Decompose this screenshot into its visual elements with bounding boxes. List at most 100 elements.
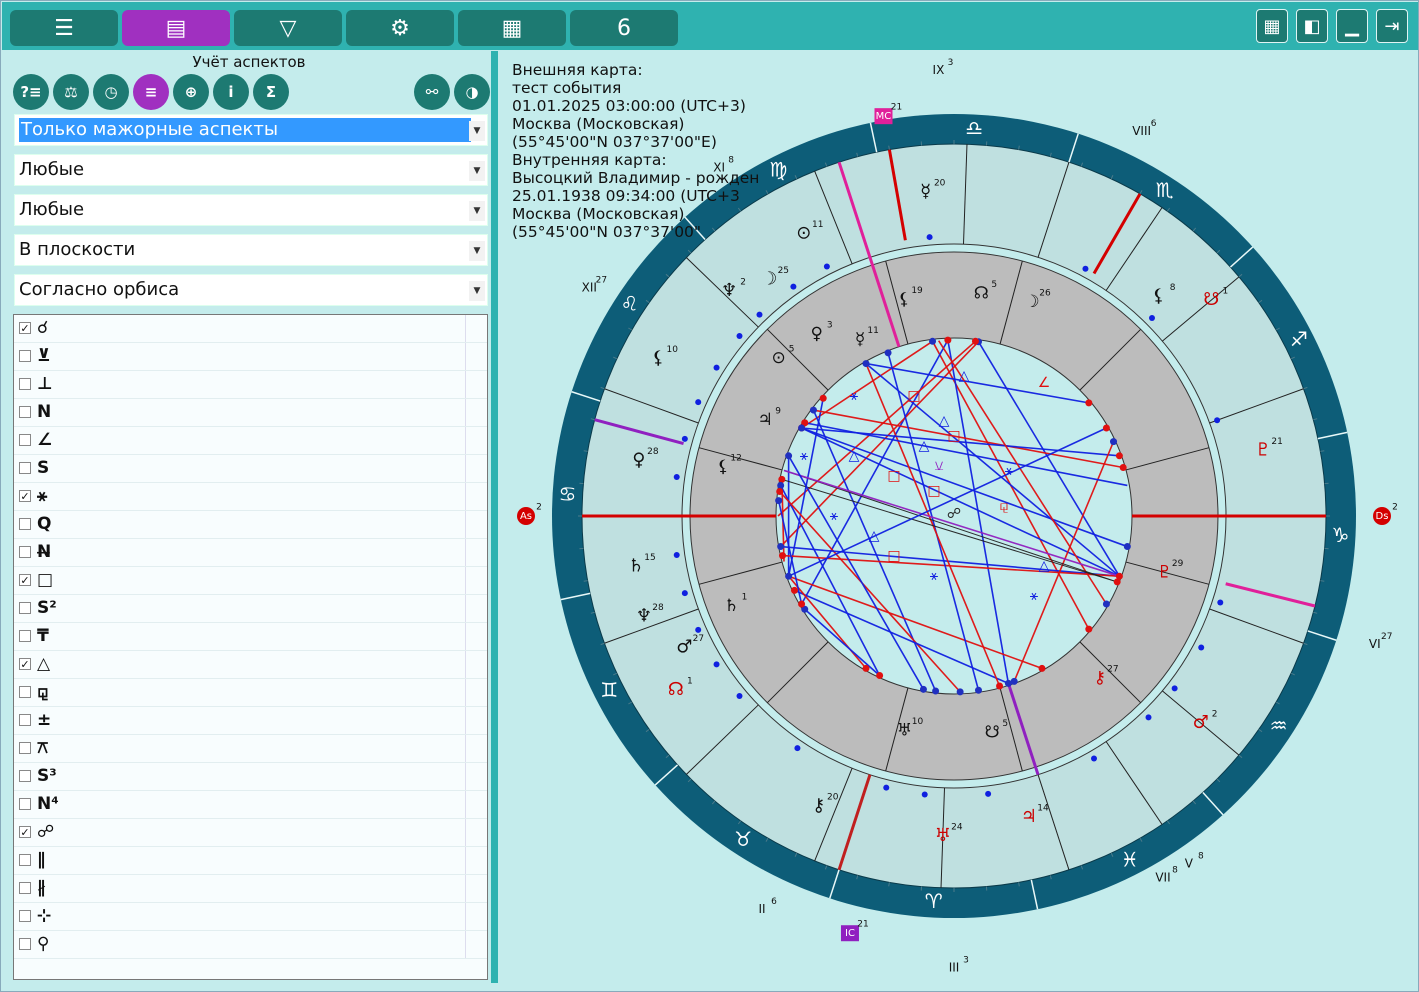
panel-toggle-button[interactable]: ◧ (1296, 9, 1328, 43)
aspect-row[interactable]: ⊻ (14, 343, 487, 371)
minimize-button[interactable]: ▁ (1336, 9, 1368, 43)
aspect-type-select[interactable]: Только мажорные аспекты ▼ (14, 114, 488, 146)
aspect-checkbox[interactable] (19, 518, 31, 530)
aspect-row[interactable]: ⚼ (14, 679, 487, 707)
aspect-checkbox[interactable] (19, 938, 31, 950)
planet-marker-dot (695, 399, 702, 406)
sum-button[interactable]: Σ (253, 74, 289, 110)
info-button[interactable]: i (213, 74, 249, 110)
aspect-row[interactable]: N̶ (14, 539, 487, 567)
aspect-checkbox[interactable] (19, 602, 31, 614)
filter-select-1[interactable]: Любые ▼ (14, 154, 488, 186)
aspect-checkbox[interactable] (19, 854, 31, 866)
aspect-row[interactable]: ⊥ (14, 371, 487, 399)
aspect-row[interactable]: ₸ (14, 623, 487, 651)
aspect-row[interactable]: N⁴ (14, 791, 487, 819)
orb-select[interactable]: Согласно орбиса ▼ (14, 274, 488, 306)
minimize-icon: ▁ (1345, 15, 1359, 37)
aspect-checkbox[interactable] (19, 406, 31, 418)
aspect-checkbox[interactable] (19, 350, 31, 362)
panel-splitter[interactable] (491, 51, 498, 983)
degree-tick (888, 145, 890, 150)
aspect-list[interactable]: ✓ ☌ ⊻ ⊥ N ∠ S ✓ ⚹ Q N̶ ✓ □ S² ₸ ✓ △ ⚼ ± ⚻ S³ N⁴ ✓ ☍ ∥ ∦ ⊹ ⚲ (13, 314, 488, 980)
aspect-checkbox[interactable]: ✓ (19, 322, 31, 334)
clock-list-button[interactable]: ◷ (93, 74, 129, 110)
outer-planet-glyph: ♆ (636, 606, 652, 627)
aspect-row[interactable]: ⚲ (14, 931, 487, 959)
aspect-checkbox[interactable] (19, 798, 31, 810)
filter-select-2[interactable]: Любые ▼ (14, 194, 488, 226)
chevron-down-icon[interactable]: ▼ (469, 281, 485, 301)
filter-list-button[interactable]: ⚖ (53, 74, 89, 110)
chevron-down-icon[interactable]: ▼ (469, 121, 485, 141)
aspect-row[interactable]: ✓ ☍ (14, 819, 487, 847)
aspect-checkbox[interactable] (19, 686, 31, 698)
aspect-row[interactable]: Q (14, 511, 487, 539)
aspect-checkbox[interactable]: ✓ (19, 574, 31, 586)
aspect-checkbox[interactable] (19, 770, 31, 782)
aspect-checkbox[interactable] (19, 462, 31, 474)
document-tab[interactable]: ▦ (458, 10, 566, 46)
plane-select[interactable]: В плоскости ▼ (14, 234, 488, 266)
zodiac-sign-glyph: ♏ (1156, 178, 1174, 202)
aspect-row[interactable]: ⊹ (14, 903, 487, 931)
aspect-row[interactable]: ✓ □ (14, 567, 487, 595)
aspect-checkbox[interactable] (19, 910, 31, 922)
column-divider (465, 847, 466, 874)
aspect-row[interactable]: S³ (14, 763, 487, 791)
house-cusp-degree: 8 (1198, 852, 1204, 862)
aspect-row[interactable]: ∠ (14, 427, 487, 455)
chart-info: Внешняя карта: тест события 01.01.2025 0… (512, 61, 759, 241)
chevron-down-icon[interactable]: ▼ (469, 201, 485, 221)
aspect-checkbox[interactable] (19, 434, 31, 446)
dropdown-tab[interactable]: ▽ (234, 10, 342, 46)
aspect-row[interactable]: N (14, 399, 487, 427)
aspect-checkbox[interactable] (19, 630, 31, 642)
chevron-down-icon[interactable]: ▼ (469, 161, 485, 181)
aspect-checkbox[interactable]: ✓ (19, 490, 31, 502)
column-divider (465, 595, 466, 622)
aspect-symbol: △ (37, 654, 51, 674)
settings-tab[interactable]: ⚙ (346, 10, 454, 46)
aspect-checkbox[interactable]: ✓ (19, 658, 31, 670)
exit-button[interactable]: ⇥ (1376, 9, 1408, 43)
aspect-type-value: Только мажорные аспекты (19, 118, 471, 142)
aspect-row[interactable]: S (14, 455, 487, 483)
aspect-checkbox[interactable] (19, 882, 31, 894)
aspect-row[interactable]: ∦ (14, 875, 487, 903)
aspect-row[interactable]: ✓ ☌ (14, 315, 487, 343)
inner-planet-glyph: ☋ (985, 723, 1000, 743)
house-cusp-numeral: VII (1155, 870, 1170, 884)
aspect-checkbox[interactable]: ✓ (19, 826, 31, 838)
planet-marker-dot (1198, 644, 1205, 651)
aspect-checkbox[interactable] (19, 742, 31, 754)
menu-tab[interactable]: ☰ (10, 10, 118, 46)
planet-marker-dot (1148, 315, 1155, 322)
aspect-symbol-mark: △ (959, 368, 970, 384)
grid-button[interactable]: ▦ (1256, 9, 1288, 43)
aspect-symbol-mark: △ (919, 438, 930, 454)
info-line: 25.01.1938 09:34:00 (UTC+3 (512, 187, 740, 205)
aspect-row[interactable]: ∥ (14, 847, 487, 875)
aspect-checkbox[interactable] (19, 546, 31, 558)
chevron-down-icon[interactable]: ▼ (469, 241, 485, 261)
aspect-row[interactable]: ✓ ⚹ (14, 483, 487, 511)
globe-list-button[interactable]: ⊕ (173, 74, 209, 110)
logo-tab[interactable]: 6 (570, 10, 678, 46)
aspect-endpoint-dot (1102, 600, 1110, 608)
aspect-checkbox[interactable] (19, 378, 31, 390)
aspect-graph-button[interactable]: ⚯ (414, 74, 450, 110)
layout-list-icon: ▤ (165, 15, 187, 41)
aspect-checkbox[interactable] (19, 714, 31, 726)
inner-planet-glyph: ⚸ (898, 290, 910, 310)
aspect-row[interactable]: ± (14, 707, 487, 735)
chart-wheel-button[interactable]: ◑ (454, 74, 490, 110)
house-cusp-numeral: II (758, 902, 765, 916)
aspect-row[interactable]: S² (14, 595, 487, 623)
aspects-list-button[interactable]: ≡ (133, 74, 169, 110)
layout-tab[interactable]: ▤ (122, 10, 230, 46)
aspect-row[interactable]: ✓ △ (14, 651, 487, 679)
aspect-row[interactable]: ⚻ (14, 735, 487, 763)
aspects-panel: Учёт аспектов ?≡ ⚖ ◷ ≡ ⊕ i Σ ⚯ ◑ Только … (8, 51, 490, 983)
help-list-button[interactable]: ?≡ (13, 74, 49, 110)
